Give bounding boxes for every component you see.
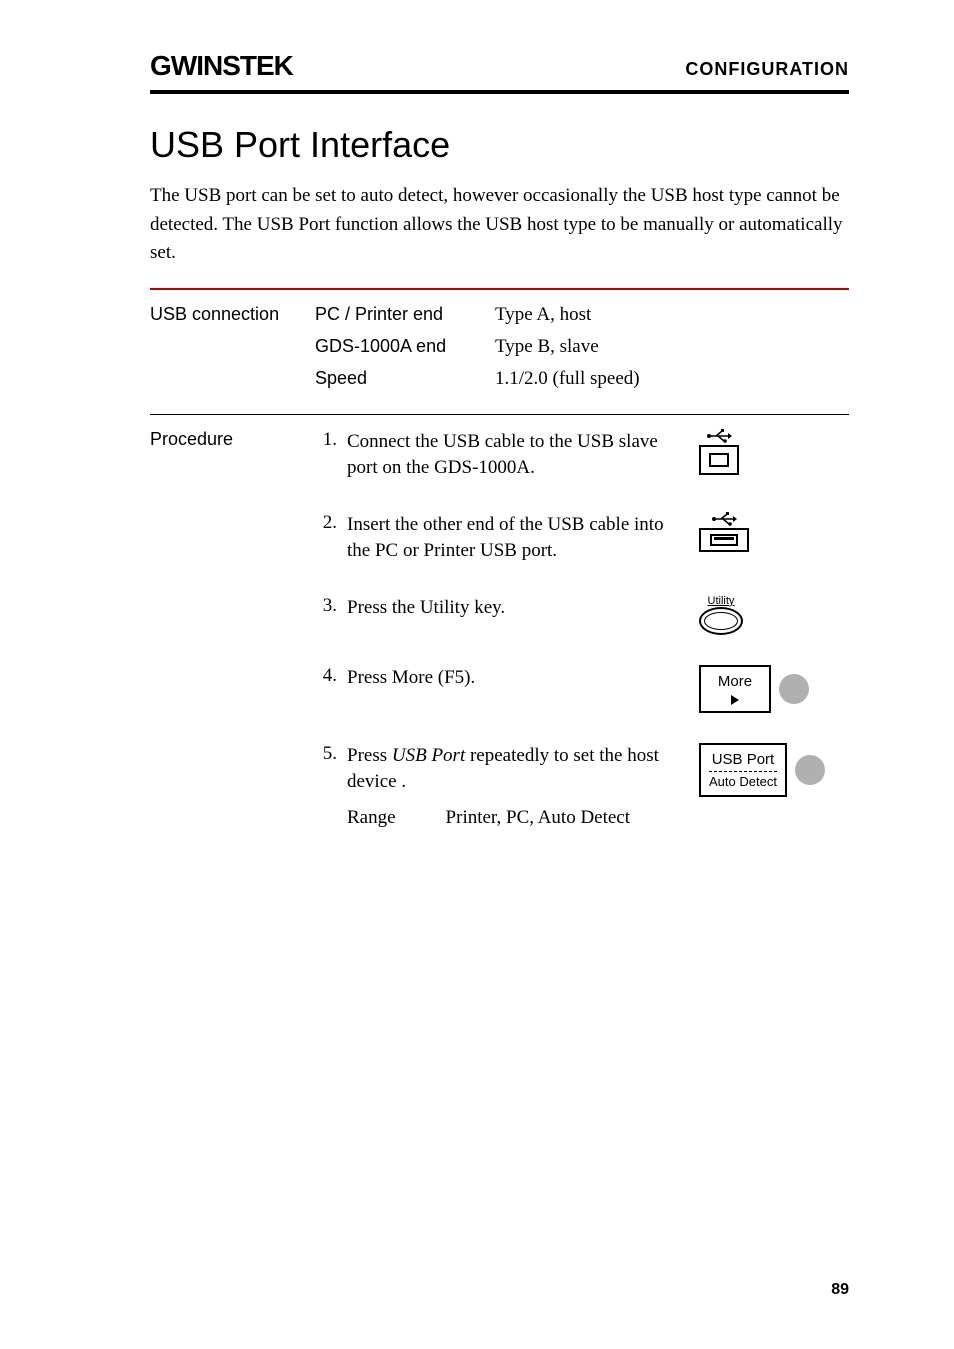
- spec-row: Speed 1.1/2.0 (full speed): [315, 368, 849, 390]
- procedure-step-4: 4. Press More (F5). More: [315, 665, 849, 713]
- spec-val: Type B, slave: [495, 336, 599, 358]
- step-text: Press More (F5).: [347, 665, 689, 692]
- procedure-step-3: 3. Press the Utility key. Utility: [315, 595, 849, 635]
- procedure-step-2: 2. Insert the other end of the USB cable…: [315, 512, 849, 565]
- usb-trident-icon: [711, 512, 737, 526]
- step-number: 3.: [315, 595, 337, 617]
- procedure-step-5: 5. Press USB Port repeatedly to set the …: [315, 743, 849, 798]
- usb-type-b-icon: [699, 429, 849, 475]
- spec-row: GDS-1000A end Type B, slave: [315, 336, 849, 358]
- usb-type-a-icon: [699, 512, 849, 552]
- range-label: Range: [347, 807, 396, 829]
- chevron-right-icon: [731, 695, 739, 705]
- step-text: Connect the USB cable to the USB slave p…: [347, 429, 689, 482]
- procedure-section: Procedure 1. Connect the USB cable to th…: [150, 429, 849, 830]
- spec-key: GDS-1000A end: [315, 336, 495, 358]
- range-value: Printer, PC, Auto Detect: [446, 807, 630, 829]
- page-title: USB Port Interface: [150, 124, 849, 166]
- divider-red: [150, 288, 849, 290]
- usb-port-label: USB Port: [712, 751, 775, 769]
- intro-paragraph: The USB port can be set to auto detect, …: [150, 182, 849, 268]
- step-number: 2.: [315, 512, 337, 534]
- step-text: Press the Utility key.: [347, 595, 689, 622]
- step-text: Press USB Port repeatedly to set the hos…: [347, 743, 689, 796]
- auto-detect-label: Auto Detect: [709, 774, 777, 790]
- section-label: CONFIGURATION: [685, 59, 849, 80]
- usb-connection-section: USB connection PC / Printer end Type A, …: [150, 304, 849, 400]
- divider-thin: [150, 414, 849, 415]
- step-number: 4.: [315, 665, 337, 687]
- procedure-step-1: 1. Connect the USB cable to the USB slav…: [315, 429, 849, 482]
- usb-trident-icon: [706, 429, 732, 443]
- more-button-icon: More: [699, 665, 849, 713]
- page-header: GWINSTEK CONFIGURATION: [150, 50, 849, 94]
- spec-val: 1.1/2.0 (full speed): [495, 368, 640, 390]
- range-row: Range Printer, PC, Auto Detect: [347, 807, 849, 829]
- usb-port-button-icon: USB Port Auto Detect: [699, 743, 849, 798]
- brand-logo: GWINSTEK: [150, 50, 293, 82]
- page-number: 89: [831, 1281, 849, 1299]
- oval-button-icon: [699, 607, 743, 635]
- more-label: More: [718, 673, 752, 691]
- utility-label: Utility: [708, 595, 735, 607]
- step-text: Insert the other end of the USB cable in…: [347, 512, 689, 565]
- spec-val: Type A, host: [495, 304, 591, 326]
- softkey-circle-icon: [779, 674, 809, 704]
- procedure-label: Procedure: [150, 429, 315, 450]
- utility-button-icon: Utility: [699, 595, 849, 635]
- usb-connection-label: USB connection: [150, 304, 315, 325]
- step-number: 1.: [315, 429, 337, 451]
- spec-key: Speed: [315, 368, 495, 390]
- step-number: 5.: [315, 743, 337, 765]
- spec-row: PC / Printer end Type A, host: [315, 304, 849, 326]
- softkey-circle-icon: [795, 755, 825, 785]
- spec-key: PC / Printer end: [315, 304, 495, 326]
